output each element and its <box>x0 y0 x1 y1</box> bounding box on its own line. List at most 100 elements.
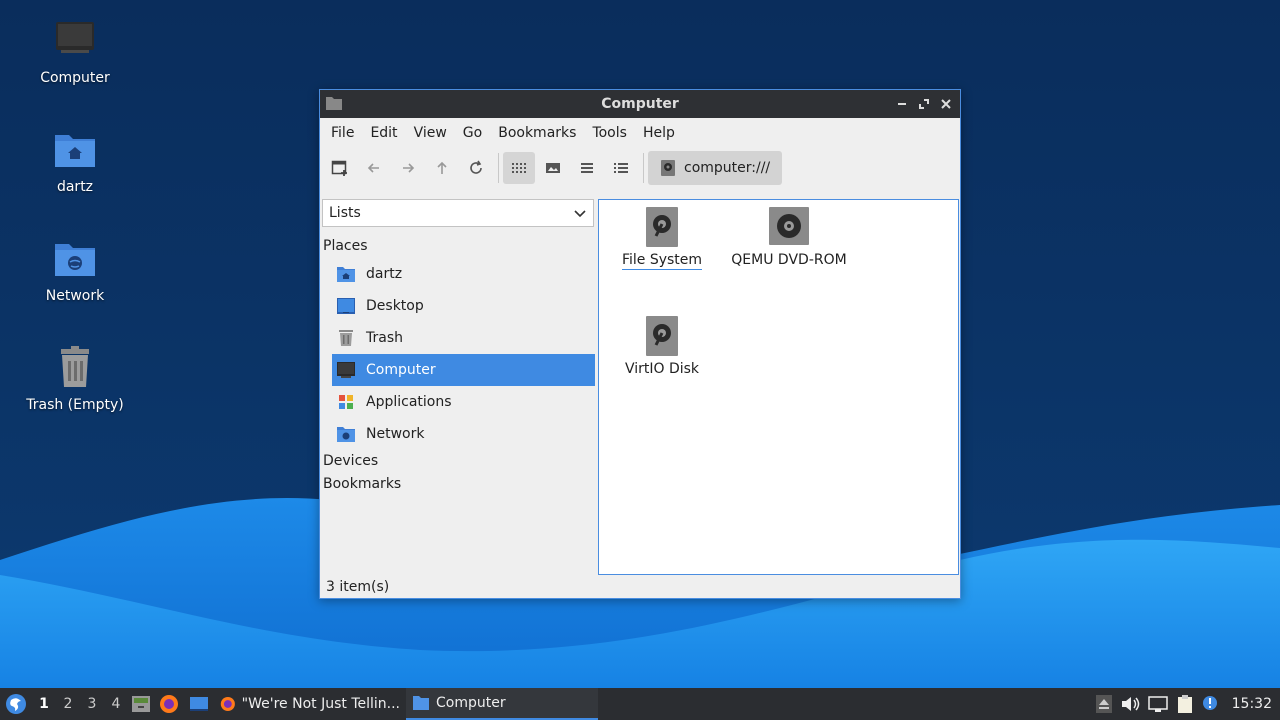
file-item-label: File System <box>621 252 703 270</box>
desktop-icon-label: Computer <box>40 70 110 86</box>
desktop-icon <box>337 298 355 314</box>
compact-view-button[interactable] <box>571 152 603 184</box>
file-item-label: QEMU DVD-ROM <box>731 252 847 268</box>
desktop-icon-network[interactable]: Network <box>10 236 140 304</box>
show-desktop-icon <box>190 697 208 711</box>
firefox-icon <box>160 695 178 713</box>
devices-heading[interactable]: Devices <box>323 453 378 469</box>
desktop-icon-label: dartz <box>56 179 94 195</box>
back-button[interactable] <box>358 152 390 184</box>
forward-button[interactable] <box>392 152 424 184</box>
workspace-3[interactable]: 3 <box>80 696 104 712</box>
arrow-right-icon <box>403 163 415 173</box>
minimize-icon <box>898 103 906 105</box>
maximize-icon <box>919 99 929 109</box>
network-monitor-icon[interactable] <box>1147 695 1168 713</box>
file-cabinet-icon <box>132 696 150 712</box>
new-tab-icon <box>331 160 347 176</box>
maximize-button[interactable] <box>914 94 934 114</box>
clock[interactable]: 15:32 <box>1226 696 1272 712</box>
file-item-dvd[interactable]: QEMU DVD-ROM <box>724 206 854 268</box>
folder-icon <box>413 696 429 710</box>
trash-icon <box>339 330 353 346</box>
bookmarks-heading[interactable]: Bookmarks <box>323 476 401 492</box>
reload-button[interactable] <box>460 152 492 184</box>
detailed-view-button[interactable] <box>605 152 637 184</box>
window-titlebar[interactable]: Computer <box>320 90 960 118</box>
new-tab-button[interactable] <box>324 152 356 184</box>
menu-go[interactable]: Go <box>455 118 490 148</box>
thumbnail-view-button[interactable] <box>537 152 569 184</box>
menu-help[interactable]: Help <box>635 118 683 148</box>
quicklaunch-firefox[interactable] <box>154 694 184 714</box>
minimize-button[interactable] <box>892 94 912 114</box>
eject-icon[interactable] <box>1095 695 1112 713</box>
home-folder-icon <box>55 135 95 167</box>
quicklaunch-desktop[interactable] <box>184 695 214 713</box>
quicklaunch-files[interactable] <box>128 695 154 713</box>
places-heading[interactable]: Places <box>323 238 368 254</box>
menu-tools[interactable]: Tools <box>584 118 635 148</box>
window-title: Computer <box>601 96 679 112</box>
desktop-icon-computer[interactable]: Computer <box>10 18 140 86</box>
up-button[interactable] <box>426 152 458 184</box>
sidebar-item-label: dartz <box>366 266 403 282</box>
clipboard-icon[interactable] <box>1176 694 1194 714</box>
task-firefox[interactable]: "We're Not Just Tellin... <box>214 688 406 720</box>
system-tray: 15:32 <box>1095 688 1280 720</box>
menu-edit[interactable]: Edit <box>362 118 405 148</box>
applications-icon <box>339 395 353 409</box>
sidebar-mode-value: Lists <box>329 205 361 221</box>
workspace-1[interactable]: 1 <box>32 696 56 712</box>
toolbar-separator <box>643 153 644 183</box>
sidebar-item-label: Network <box>366 426 425 442</box>
network-folder-icon <box>55 244 95 276</box>
desktop-icon-label: Network <box>45 288 105 304</box>
location-bar[interactable]: computer:/// <box>648 151 782 185</box>
sidebar-item-trash[interactable]: Trash <box>332 322 595 354</box>
toolbar: computer:/// <box>320 148 960 188</box>
sidebar-item-home[interactable]: dartz <box>332 258 595 290</box>
volume-icon[interactable] <box>1120 695 1140 713</box>
drive-icon <box>661 160 675 176</box>
workspace-2[interactable]: 2 <box>56 696 80 712</box>
drive-icon <box>646 316 678 356</box>
trash-icon <box>61 346 89 387</box>
menu-view[interactable]: View <box>406 118 455 148</box>
menu-file[interactable]: File <box>323 118 362 148</box>
taskbar: 1 2 3 4 "We're Not Just Tellin... Comput… <box>0 688 1280 720</box>
desktop-icon-home[interactable]: dartz <box>10 127 140 195</box>
network-folder-icon <box>337 427 355 442</box>
home-folder-icon <box>337 267 355 282</box>
firefox-icon <box>220 696 235 712</box>
task-computer[interactable]: Computer <box>406 688 598 720</box>
icon-view-button[interactable] <box>503 152 535 184</box>
arrow-left-icon <box>367 163 379 173</box>
detail-list-icon <box>614 163 628 173</box>
file-item-filesystem[interactable]: File System <box>597 206 727 270</box>
sidebar-item-network[interactable]: Network <box>332 418 595 450</box>
sidebar-item-applications[interactable]: Applications <box>332 386 595 418</box>
workspace-4[interactable]: 4 <box>104 696 128 712</box>
start-menu-button[interactable] <box>0 688 32 720</box>
file-item-virtio[interactable]: VirtIO Disk <box>597 315 727 377</box>
sidebar: Lists Places dartz Desktop Trash Compute… <box>320 198 596 576</box>
sidebar-mode-select[interactable]: Lists <box>322 199 594 227</box>
drive-icon <box>646 207 678 247</box>
menu-bookmarks[interactable]: Bookmarks <box>490 118 584 148</box>
task-label: "We're Not Just Tellin... <box>241 696 400 712</box>
menu-bar: File Edit View Go Bookmarks Tools Help <box>320 118 960 148</box>
optical-drive-icon <box>769 207 809 245</box>
desktop-icon-trash[interactable]: Trash (Empty) <box>10 345 140 413</box>
notification-icon[interactable] <box>1202 695 1218 713</box>
toolbar-separator <box>498 153 499 183</box>
close-button[interactable] <box>936 94 956 114</box>
close-icon <box>941 99 951 109</box>
file-view[interactable]: File System QEMU DVD-ROM VirtIO Disk <box>598 199 959 575</box>
status-bar: 3 item(s) <box>326 579 390 595</box>
computer-icon <box>56 22 94 53</box>
chevron-down-icon <box>574 210 586 218</box>
task-label: Computer <box>436 695 506 711</box>
sidebar-item-computer[interactable]: Computer <box>332 354 595 386</box>
sidebar-item-desktop[interactable]: Desktop <box>332 290 595 322</box>
